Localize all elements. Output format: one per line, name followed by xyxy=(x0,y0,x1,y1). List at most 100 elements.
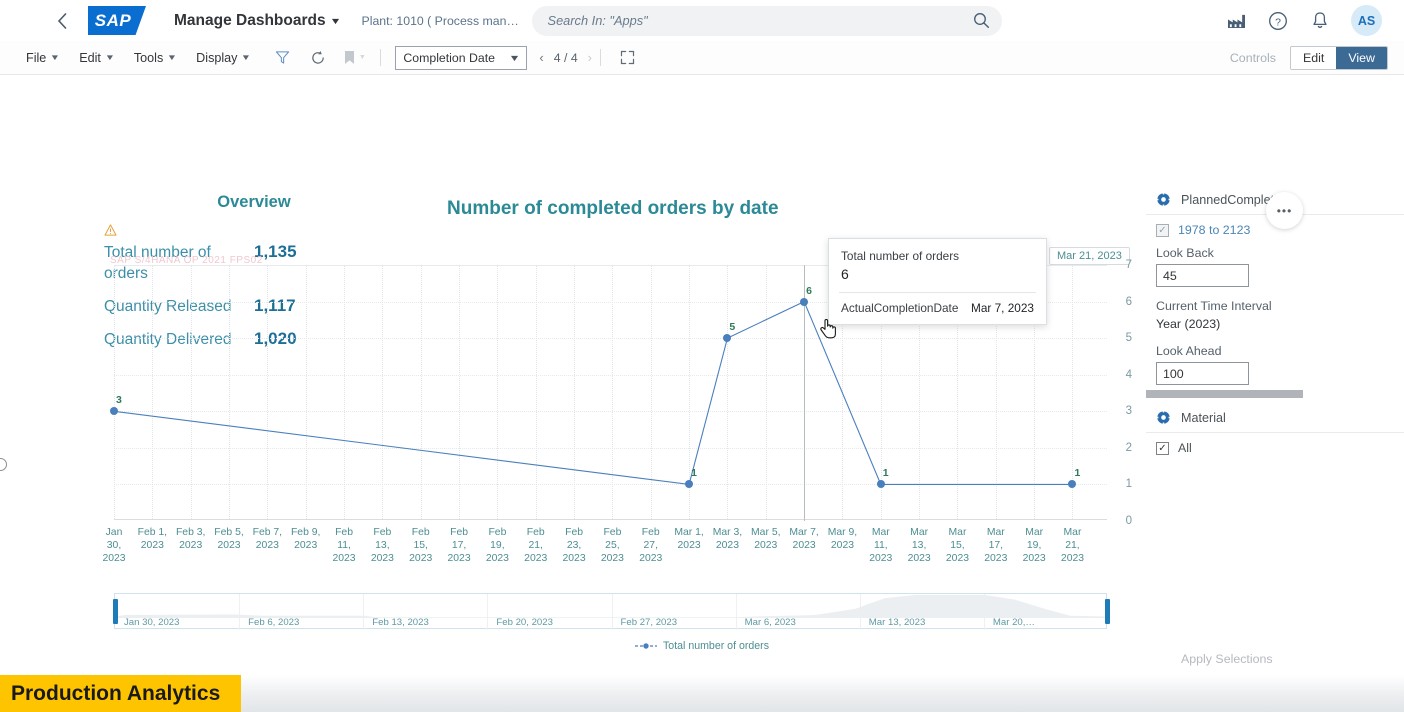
app-title-dropdown[interactable]: Manage Dashboards ▼ xyxy=(174,11,342,30)
y-axis: 0 1 2 3 4 5 6 7 xyxy=(1110,259,1138,527)
page-title: Manage Dashboards xyxy=(174,11,326,29)
legend-marker-icon xyxy=(635,642,657,650)
menu-tools[interactable]: Tools ▼ xyxy=(124,41,186,74)
chevron-down-icon: ▼ xyxy=(104,53,116,62)
ellipsis-icon: ••• xyxy=(1276,203,1293,218)
menu-file[interactable]: File ▼ xyxy=(16,41,69,74)
panel-resize-handle-left[interactable] xyxy=(0,458,7,471)
expand-icon[interactable] xyxy=(613,45,641,71)
sidebar-section-body-material: ✓ All xyxy=(1146,433,1404,455)
back-button[interactable] xyxy=(42,1,82,41)
data-point-label: 1 xyxy=(691,467,697,480)
tooltip-measure-label: Total number of orders xyxy=(841,249,960,263)
help-icon[interactable]: ? xyxy=(1267,10,1289,32)
range-checkbox-label: 1978 to 2123 xyxy=(1178,223,1251,237)
overview-title: Overview xyxy=(217,193,291,211)
edit-view-toggle: Edit View xyxy=(1290,45,1388,70)
tooltip-dimension-label: ActualCompletionDate xyxy=(841,301,959,315)
tooltip-dimension: ActualCompletionDate Mar 7, 2023 xyxy=(829,293,1046,324)
sidebar-section-title: Material xyxy=(1181,410,1226,425)
range-tick-label: Feb 20, 2023 xyxy=(496,617,553,628)
range-selector-ticks: Jan 30, 2023 Feb 6, 2023 Feb 13, 2023 Feb 2… xyxy=(114,617,1107,631)
data-point[interactable] xyxy=(110,407,118,416)
page-indicator: 4 / 4 xyxy=(553,50,578,65)
shell-header: SAP Manage Dashboards ▼ Plant: 1010 ( Pr… xyxy=(0,0,1404,41)
search-icon[interactable] xyxy=(973,12,990,29)
kpi-value: 1,135 xyxy=(254,242,297,261)
data-point-label: 6 xyxy=(806,284,812,297)
warning-triangle-icon[interactable] xyxy=(104,224,404,238)
range-tick-label: Mar 20,… xyxy=(992,617,1035,628)
tooltip-measure: Total number of orders 6 xyxy=(829,239,1046,292)
data-point[interactable] xyxy=(723,334,732,343)
header-actions: ? AS xyxy=(1225,5,1390,36)
sidebar-scroll-thumb[interactable] xyxy=(1146,390,1303,398)
filter-icon[interactable] xyxy=(268,45,296,71)
range-sparkline xyxy=(115,595,1108,618)
refresh-icon[interactable] xyxy=(304,45,332,71)
sap-logo[interactable]: SAP xyxy=(88,6,146,35)
all-checkbox-label: All xyxy=(1178,441,1192,455)
sidebar-section-header-material[interactable]: Material xyxy=(1146,403,1404,433)
gear-icon xyxy=(1156,192,1171,207)
menu-edit[interactable]: Edit ▼ xyxy=(69,41,124,74)
current-interval-label: Current Time Interval xyxy=(1156,299,1272,313)
search-input[interactable]: Search In: "Apps" xyxy=(531,5,1002,36)
measure-select[interactable]: Completion Date ▼ xyxy=(395,45,528,70)
chevron-down-icon: ▼ xyxy=(241,53,252,62)
dashboard-canvas: Overview SAP S/4HANA OP 2021 FPS02 Total… xyxy=(0,75,1404,712)
range-tick-label: Feb 13, 2023 xyxy=(372,617,429,628)
app-toolbar: File ▼ Edit ▼ Tools ▼ Display ▼ ▼ Comple… xyxy=(0,41,1404,75)
view-mode-button[interactable]: View xyxy=(1336,46,1387,69)
toolbar-divider xyxy=(380,49,382,66)
x-axis: Jan 30, 2023 Feb 1, 2023 Feb 3, 2023 Feb 5,… xyxy=(102,526,1107,568)
sidebar-section-body-planned: ✓ 1978 to 2123 Look Back 45 Current Time… xyxy=(1146,215,1404,385)
range-tick-label: Mar 6, 2023 xyxy=(744,617,796,628)
filter-sidebar: PlannedCompleti… ✓ 1978 to 2123 Look Bac… xyxy=(1146,185,1404,712)
range-tick-label: Feb 27, 2023 xyxy=(620,617,678,628)
bookmark-icon[interactable]: ▼ xyxy=(340,45,368,71)
range-tick-label: Mar 13, 2023 xyxy=(868,617,926,628)
data-point-label: 3 xyxy=(116,394,122,407)
all-checkbox-row[interactable]: ✓ All xyxy=(1156,441,1394,455)
data-point-label: 1 xyxy=(1074,467,1081,480)
chevron-down-icon: ▼ xyxy=(329,15,342,26)
bell-icon[interactable] xyxy=(1309,10,1331,32)
data-point[interactable] xyxy=(685,480,694,489)
current-interval-value: Year (2023) xyxy=(1156,317,1221,331)
look-ahead-input[interactable]: 100 xyxy=(1156,362,1249,385)
look-back-value: 45 xyxy=(1163,268,1177,283)
look-back-label: Look Back xyxy=(1156,246,1214,260)
avatar[interactable]: AS xyxy=(1351,5,1382,36)
svg-text:?: ? xyxy=(1275,16,1281,28)
data-point[interactable] xyxy=(800,297,809,306)
look-back-input[interactable]: 45 xyxy=(1156,264,1249,287)
edit-mode-button[interactable]: Edit xyxy=(1291,46,1337,69)
data-point[interactable] xyxy=(876,480,885,489)
gear-icon xyxy=(1156,410,1171,425)
menu-display[interactable]: Display ▼ xyxy=(186,41,260,74)
apply-selections-button[interactable]: Apply Selections xyxy=(1181,652,1273,666)
menu-display-label: Display xyxy=(196,50,238,65)
legend-label: Total number of orders xyxy=(663,640,769,652)
measure-select-value: Completion Date xyxy=(403,50,495,65)
y-axis-tick: 2 xyxy=(1125,441,1132,454)
checkbox-all[interactable]: ✓ xyxy=(1156,441,1169,455)
next-page-button[interactable]: › xyxy=(588,50,592,65)
data-point[interactable] xyxy=(1068,480,1077,489)
chart-title: Number of completed orders by date xyxy=(447,198,779,219)
production-analytics-banner: Production Analytics xyxy=(0,675,241,712)
sidebar-more-button[interactable]: ••• xyxy=(1266,192,1303,229)
checkbox-range[interactable]: ✓ xyxy=(1156,223,1169,237)
factory-icon[interactable] xyxy=(1225,10,1247,32)
y-axis-tick: 1 xyxy=(1125,478,1132,491)
y-axis-tick: 6 xyxy=(1125,295,1132,308)
tooltip-dimension-value: Mar 7, 2023 xyxy=(971,301,1034,315)
y-axis-tick: 7 xyxy=(1125,259,1132,271)
prev-page-button[interactable]: ‹ xyxy=(539,50,543,65)
tooltip-measure-value: 6 xyxy=(841,266,849,282)
range-tick-label: Feb 6, 2023 xyxy=(248,617,300,628)
toolbar-right: Controls Edit View xyxy=(1230,45,1404,70)
plot-bottom-border xyxy=(114,519,1107,520)
chart-tooltip: Total number of orders 6 ActualCompletio… xyxy=(828,238,1047,325)
